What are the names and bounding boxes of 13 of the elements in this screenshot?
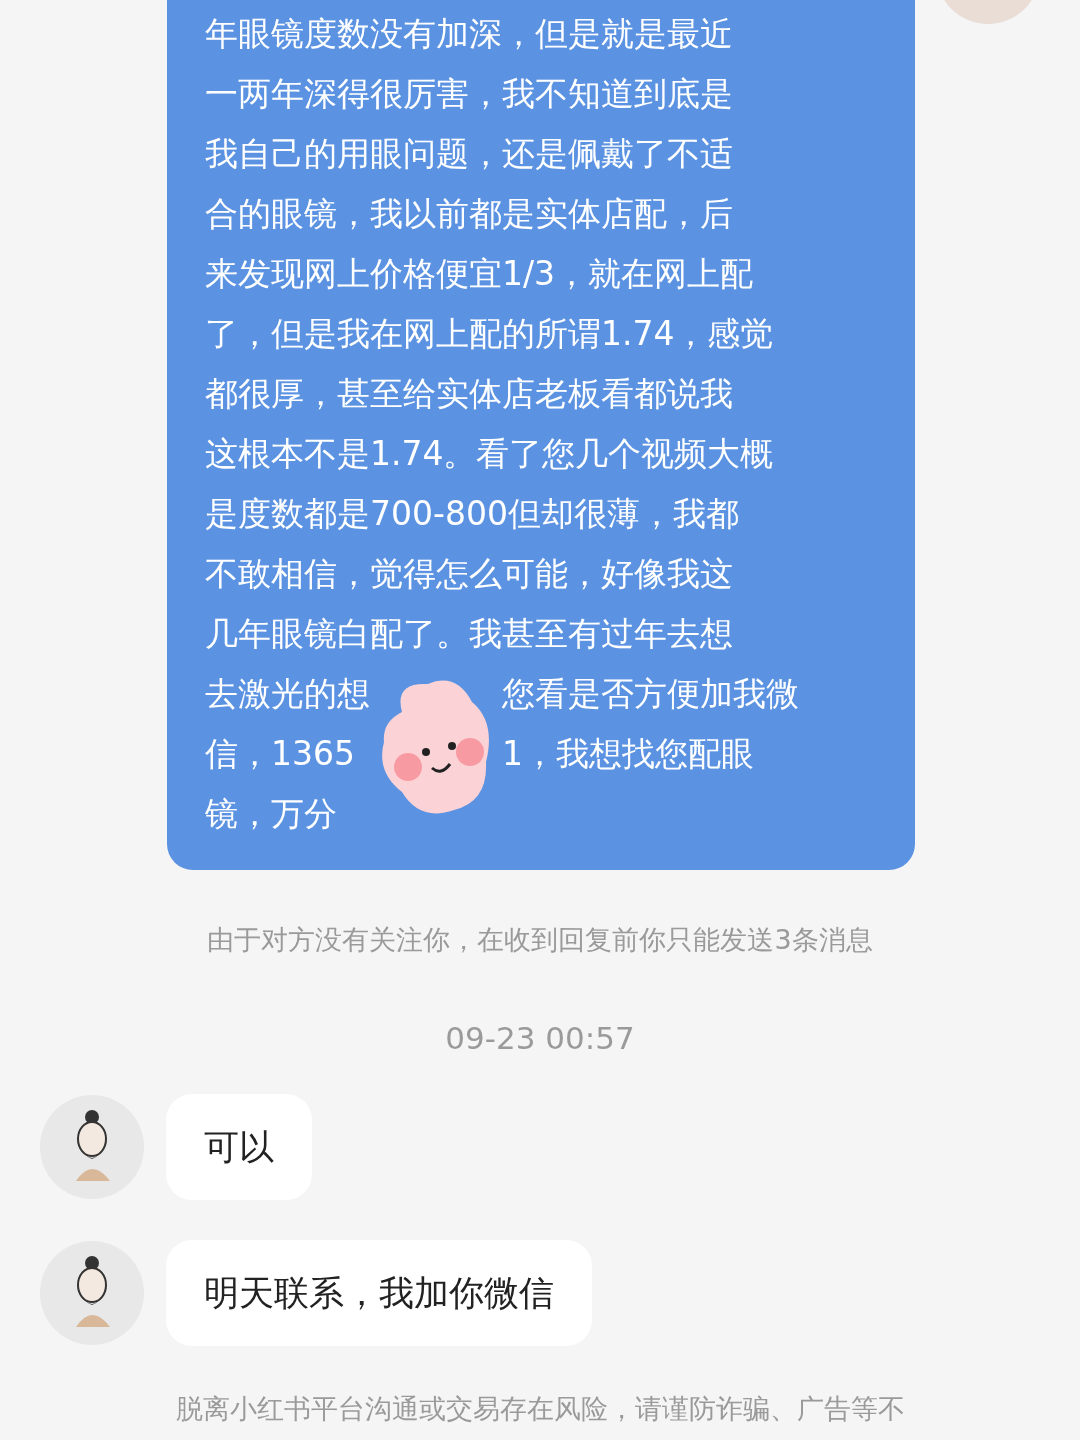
notice-text: 由于对方没有关注你，在收到回复前你只能发送3条消息 xyxy=(207,923,873,957)
message-text: 镜，万分 xyxy=(205,793,338,835)
message-text: 您看是否方便加我微 xyxy=(502,673,799,715)
timestamp: 09-23 00:57 xyxy=(445,1020,635,1056)
message-text: 1，我想找您配眼 xyxy=(502,733,755,775)
reply-bubble: 可以 xyxy=(166,1094,312,1200)
message-text: 去激光的想 xyxy=(205,673,370,715)
reply-bubble: 明天联系，我加你微信 xyxy=(166,1240,592,1346)
warning-text: 脱离小红书平台沟通或交易存在风险，请谨防诈骗、广告等不 xyxy=(175,1392,905,1426)
message-text: 年眼镜度数没有加深，但是就是最近 一两年深得很厉害，我不知道到底是 我自己的用眼问题，还是佩戴了不适 合的眼镜，我以前都是实体店配，后 来发现网上价格便宜1/3，就在网上配 了，但是我在网上配的所谓1.74，感觉 都很厚，甚至给实体店老板看都说我 这根本不是1.74。看了您几个视频大概 是度数都是700-800但却很薄，我都 不敢相信，觉得怎么可能，好像我这 几年眼镜白配了。我甚至有过年去想 xyxy=(205,13,775,655)
avatar-icon[interactable] xyxy=(40,1095,144,1199)
avatar-icon[interactable] xyxy=(40,1241,144,1345)
message-text: 信，1365 xyxy=(205,733,356,775)
